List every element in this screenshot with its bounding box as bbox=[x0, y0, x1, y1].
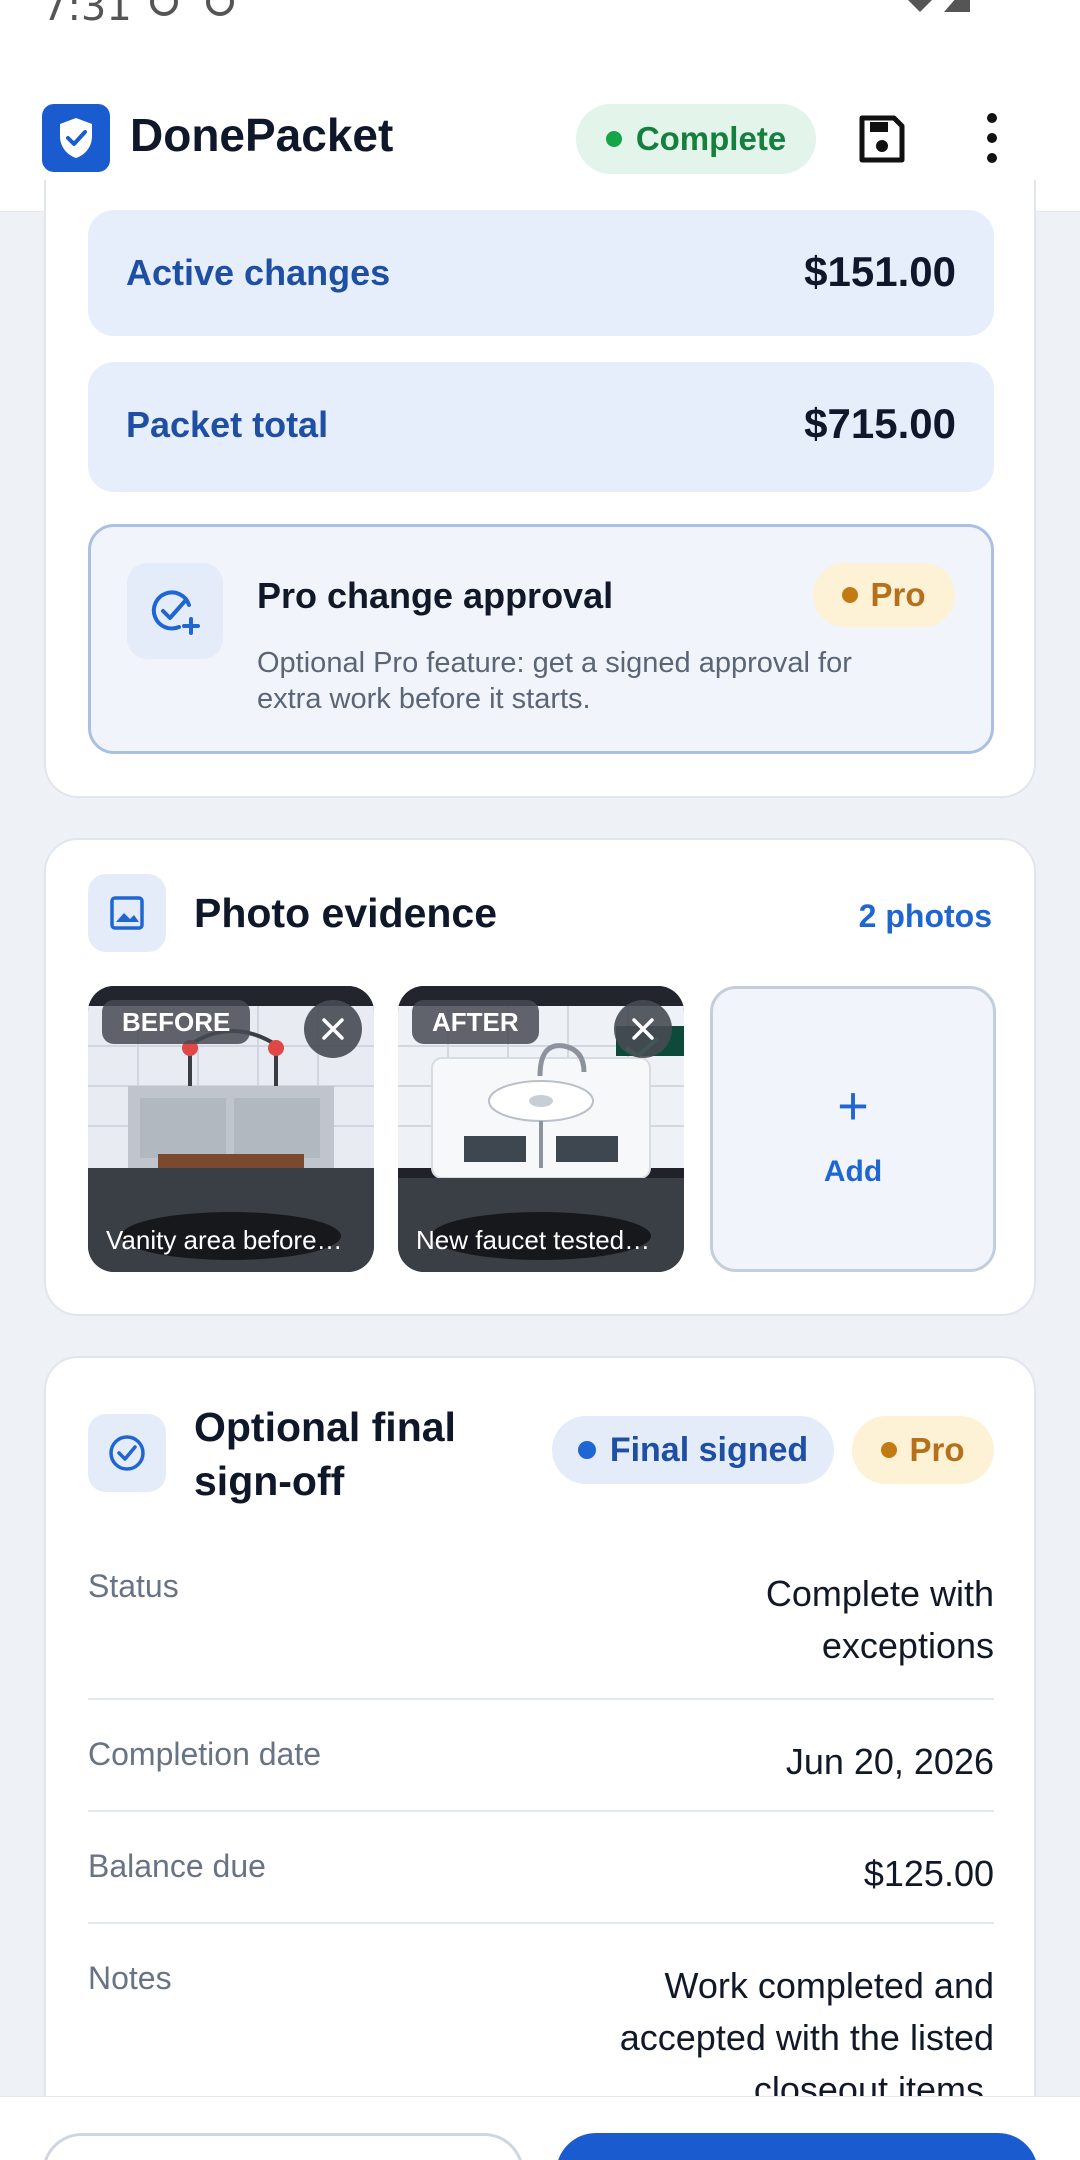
row-value: Jun 20, 2026 bbox=[785, 1741, 994, 1782]
row-label: Notes bbox=[88, 1960, 172, 1996]
row-value: Complete with exceptions bbox=[765, 1573, 994, 1666]
secondary-action-button[interactable] bbox=[42, 2133, 524, 2160]
status-badge-label: Complete bbox=[635, 120, 787, 157]
bottom-action-bar bbox=[0, 2096, 1080, 2160]
check-circle-icon bbox=[88, 1414, 166, 1492]
photo-evidence-title: Photo evidence bbox=[194, 890, 498, 936]
signal-icon bbox=[908, 0, 970, 12]
row-label: Status bbox=[88, 1568, 179, 1604]
divider bbox=[88, 1810, 994, 1812]
photo-caption-before: Vanity area before… bbox=[106, 1225, 343, 1255]
status-notification-icons bbox=[150, 0, 234, 16]
pro-change-title: Pro change approval bbox=[257, 575, 614, 616]
pro-badge-dot-icon bbox=[842, 587, 859, 603]
app-title: DonePacket bbox=[130, 109, 394, 161]
change-summary-card: Active changes $151.00 Packet total $715… bbox=[44, 180, 1036, 798]
final-signed-badge: Final signed bbox=[552, 1416, 834, 1484]
pro-badge-label: Pro bbox=[909, 1431, 965, 1468]
status-time: 7:31 bbox=[42, 0, 132, 30]
add-photo-label: Add bbox=[823, 1155, 883, 1188]
photo-count: 2 photos bbox=[858, 898, 992, 934]
final-signed-label: Final signed bbox=[609, 1430, 809, 1469]
packet-total-value: $715.00 bbox=[804, 400, 956, 447]
image-icon bbox=[88, 874, 166, 952]
photo-tag-before: BEFORE bbox=[102, 1000, 251, 1044]
app-logo-shield-icon bbox=[42, 104, 110, 172]
plus-icon: + bbox=[837, 1076, 869, 1136]
status-bar: 7:31 bbox=[0, 0, 1080, 72]
remove-photo-close-icon[interactable] bbox=[614, 1000, 672, 1058]
row-value: $125.00 bbox=[863, 1853, 994, 1894]
add-photo-button[interactable]: + Add bbox=[710, 986, 996, 1272]
save-icon[interactable] bbox=[856, 114, 906, 164]
packet-total-row: Packet total $715.00 bbox=[88, 362, 994, 492]
approval-add-icon bbox=[127, 563, 223, 659]
active-changes-value: $151.00 bbox=[804, 248, 956, 295]
row-value: Work completed and accepted with the lis… bbox=[619, 1965, 994, 2110]
photo-tag-after: AFTER bbox=[412, 1000, 539, 1044]
signoff-row-balance-due: Balance due $125.00 bbox=[88, 1848, 994, 1908]
photo-caption-after: New faucet tested… bbox=[416, 1225, 651, 1255]
pro-badge: Pro bbox=[852, 1416, 994, 1484]
primary-action-button[interactable] bbox=[556, 2133, 1038, 2160]
final-signoff-card: Optional final sign-off Final signed Pro… bbox=[44, 1356, 1036, 2160]
pro-badge-dot-icon bbox=[881, 1442, 898, 1458]
signed-dot-icon bbox=[577, 1441, 596, 1459]
row-label: Completion date bbox=[88, 1736, 322, 1772]
packet-total-label: Packet total bbox=[126, 404, 329, 445]
pro-change-approval[interactable]: Pro change approval Pro Optional Pro fea… bbox=[88, 524, 994, 754]
divider bbox=[88, 1922, 994, 1924]
divider bbox=[88, 1698, 994, 1700]
more-vert-icon[interactable] bbox=[972, 108, 1012, 168]
status-badge: Complete bbox=[576, 104, 816, 174]
remove-photo-close-icon[interactable] bbox=[304, 1000, 362, 1058]
active-changes-label: Active changes bbox=[126, 252, 391, 293]
status-dot-icon bbox=[605, 131, 622, 147]
signoff-row-completion-date: Completion date Jun 20, 2026 bbox=[88, 1736, 994, 1796]
photo-thumb-after[interactable]: AFTER New faucet tested… bbox=[398, 986, 684, 1272]
pro-badge: Pro bbox=[813, 563, 955, 627]
active-changes-row: Active changes $151.00 bbox=[88, 210, 994, 336]
photo-thumb-before[interactable]: BEFORE Vanity area before… bbox=[88, 986, 374, 1272]
pro-change-description: Optional Pro feature: get a signed appro… bbox=[257, 647, 852, 715]
signoff-row-status: Status Complete with exceptions bbox=[88, 1568, 994, 1680]
signoff-title: Optional final sign-off bbox=[194, 1404, 456, 1504]
pro-badge-label: Pro bbox=[870, 576, 926, 613]
row-label: Balance due bbox=[88, 1848, 266, 1884]
photo-evidence-card: Photo evidence 2 photos BEFORE Vanity ar… bbox=[44, 838, 1036, 1316]
